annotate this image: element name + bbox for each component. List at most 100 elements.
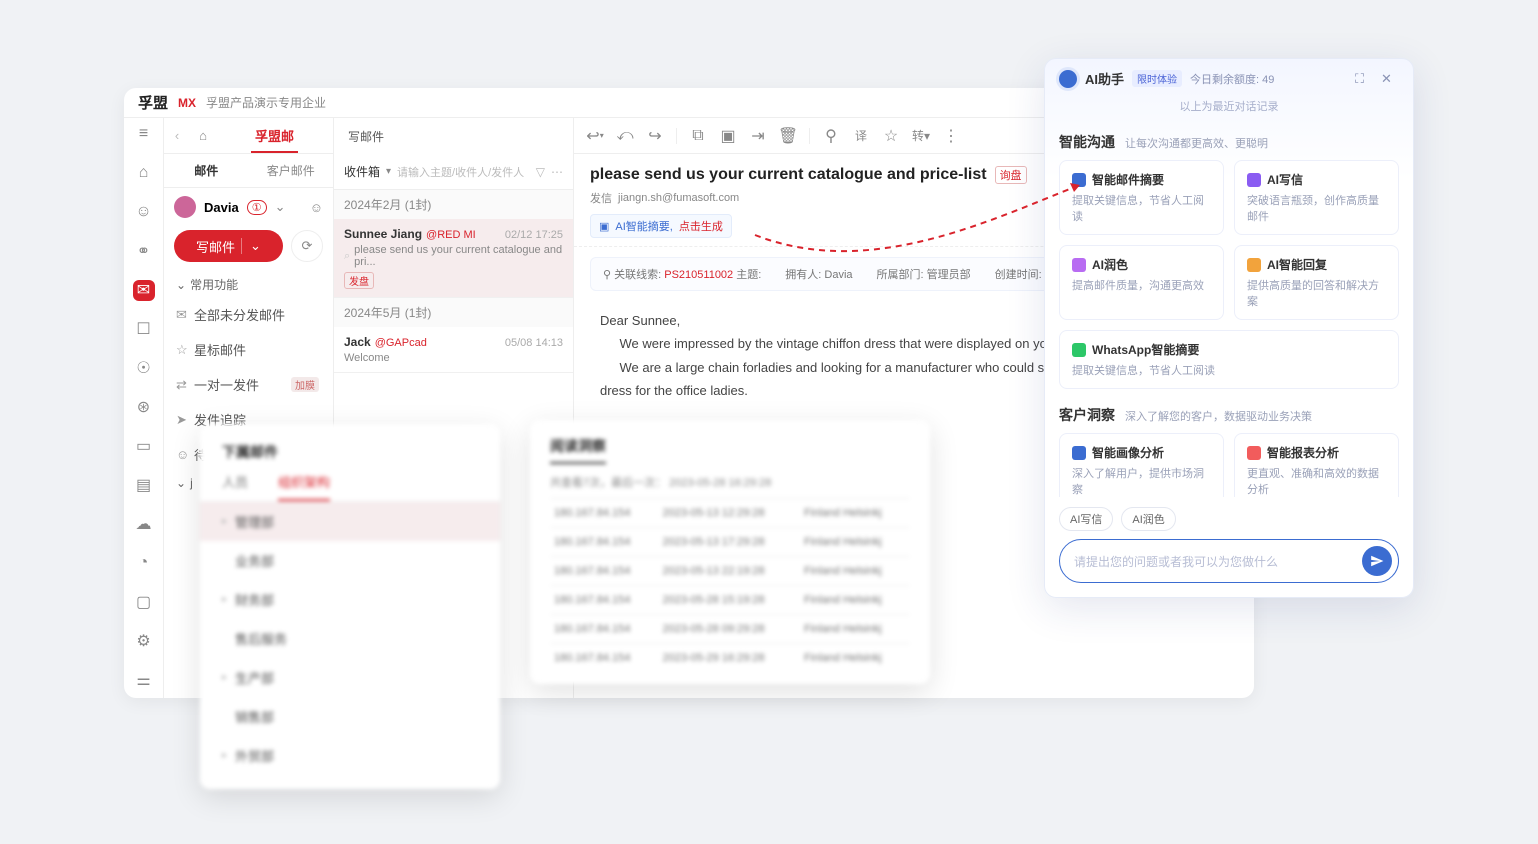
ai-card-profile[interactable]: 智能画像分析深入了解用户，提供市场洞察	[1059, 433, 1224, 497]
rail-calendar-icon[interactable]: ☉	[133, 358, 155, 379]
tag-icon[interactable]: ⚲	[822, 127, 840, 145]
dept-item[interactable]: ▸财务部	[200, 580, 500, 619]
compose-dropdown-icon[interactable]: ⌄	[241, 238, 261, 254]
chevron-right-icon: ▸	[222, 750, 227, 761]
star-icon: ☆	[176, 342, 188, 358]
profile-icon	[1072, 446, 1086, 460]
rail-menu-icon[interactable]: ≡	[133, 124, 155, 145]
copy-icon[interactable]: ⧉	[689, 127, 707, 145]
msg-company: @RED MI	[426, 229, 476, 241]
ai-card-whatsapp[interactable]: WhatsApp智能摘要提取关键信息，节省人工阅读	[1059, 330, 1399, 389]
rail-drop-icon[interactable]: ◔	[133, 552, 155, 573]
nav-section-header[interactable]: ⌄常用功能	[164, 272, 333, 297]
tab-fumeng-mail[interactable]: 孚盟邮	[216, 118, 333, 153]
msg-subject: Welcome	[344, 352, 390, 364]
refresh-button[interactable]: ⟳	[291, 230, 323, 262]
chevron-down-icon: ⌄	[176, 476, 186, 490]
reply-ai-icon	[1247, 258, 1261, 272]
reply-all-icon[interactable]: ⤺	[616, 127, 634, 145]
rail-doc-icon[interactable]: ▭	[133, 436, 155, 457]
more-icon[interactable]: ⋮	[942, 127, 960, 145]
archive-icon[interactable]: ▣	[719, 127, 737, 145]
forward-icon[interactable]: ↪	[646, 127, 664, 145]
search-placeholder[interactable]: 请输入主题/收件人/发件人	[397, 164, 530, 180]
dept-item[interactable]: ▸管理部	[200, 502, 500, 541]
org-name: 孚盟产品演示专用企业	[206, 94, 326, 111]
rail-inbox-icon[interactable]: ☐	[133, 319, 155, 340]
more-icon[interactable]: ⋯	[551, 165, 563, 179]
rail-globe-icon[interactable]: ⊛	[133, 397, 155, 418]
message-item[interactable]: Jack@GAPcad05/08 14:13 Welcome	[334, 327, 573, 373]
ai-card-write[interactable]: AI写信突破语言瓶颈，创作高质量邮件	[1234, 160, 1399, 235]
filter-icon[interactable]: ▽	[536, 165, 545, 179]
unread-badge: ①	[247, 200, 267, 215]
rail-home-icon[interactable]: ⌂	[133, 163, 155, 184]
tab-people[interactable]: 人员	[222, 472, 248, 501]
rail-archive-icon[interactable]: ▤	[133, 474, 155, 495]
rail-cloud-icon[interactable]: ☁	[133, 513, 155, 534]
dept-item[interactable]: ▸销售部	[200, 697, 500, 736]
insight-row: 180.167.84.1542023-05-28 15:19:28Finland…	[550, 586, 910, 615]
chip-ai-write[interactable]: AI写信	[1059, 507, 1113, 531]
dept-item[interactable]: ▸业务部	[200, 541, 500, 580]
rail-contacts-icon[interactable]: ☺	[133, 202, 155, 223]
msg-from: Sunnee Jiang	[344, 227, 422, 241]
tab-org[interactable]: 组织架构	[278, 472, 330, 501]
polish-icon	[1072, 258, 1086, 272]
ai-input[interactable]: 请提出您的问题或者我可以为您做什么	[1059, 539, 1399, 583]
ai-card-polish[interactable]: AI润色提高邮件质量，沟通更高效	[1059, 245, 1224, 320]
rail-sliders-icon[interactable]: ⚌	[133, 669, 155, 690]
translate-button[interactable]: 译	[852, 127, 870, 145]
rail-network-icon[interactable]: ⚭	[133, 241, 155, 262]
user-row[interactable]: Davia ① ⌄ ☺	[164, 188, 333, 226]
dept-item[interactable]: ▸售后服务	[200, 619, 500, 658]
user-icon[interactable]: ☺	[310, 200, 323, 215]
tab-home-icon[interactable]: ⌂	[190, 118, 216, 153]
rail-book-icon[interactable]: ▢	[133, 591, 155, 612]
ai-card-report[interactable]: 智能报表分析更直观、准确和高效的数据分析	[1234, 433, 1399, 497]
rail-mail-icon[interactable]: ✉	[133, 280, 155, 301]
brand: 孚盟	[138, 92, 168, 113]
close-icon[interactable]: ✕	[1381, 71, 1399, 87]
folder-select[interactable]: 收件箱	[344, 163, 380, 180]
move-icon[interactable]: ⇥	[749, 127, 767, 145]
reply-icon[interactable]: ↩▾	[586, 127, 604, 145]
lead-link[interactable]: PS210511002	[664, 269, 733, 281]
msg-time: 05/08 14:13	[505, 337, 563, 349]
mail-icon: ✉	[176, 307, 187, 323]
subtab-customer-mail[interactable]: 客户邮件	[249, 154, 334, 187]
dept-item[interactable]: ▸外贸部	[200, 736, 500, 775]
ai-header: AI助手 限时体验 今日剩余额度: 49 ⛶ ✕	[1045, 59, 1413, 98]
nav-unassigned[interactable]: ✉全部未分发邮件	[164, 297, 333, 332]
delete-icon[interactable]: 🗑	[779, 127, 797, 145]
subtab-mail[interactable]: 邮件	[164, 154, 249, 187]
msg-tag: 发盘	[344, 272, 374, 289]
message-item[interactable]: Sunnee Jiang@RED MI02/12 17:25 ⌕please s…	[334, 219, 573, 298]
tab-back[interactable]: ‹	[164, 118, 190, 153]
compose-button[interactable]: 写邮件 ⌄	[174, 230, 283, 262]
insight-table: 180.167.84.1542023-05-13 12:29:28Finland…	[550, 498, 910, 672]
compose-row: 写邮件 ⌄ ⟳	[174, 230, 323, 262]
nav-one-to-one[interactable]: ⇄一对一发件加膜	[164, 367, 333, 402]
msg-subject: please send us your current catalogue an…	[354, 244, 563, 268]
summary-icon	[1072, 173, 1086, 187]
star-icon[interactable]: ☆	[882, 127, 900, 145]
ai-card-mail-summary[interactable]: 智能邮件摘要提取关键信息，节省人工阅读	[1059, 160, 1224, 235]
ai-summary-tag[interactable]: ▣ AI智能摘要, 点击生成	[590, 214, 732, 238]
dept-item[interactable]: ▸生产部	[200, 658, 500, 697]
ai-history-label: 以上为最近对话记录	[1045, 98, 1413, 122]
send-button[interactable]	[1362, 546, 1392, 576]
ai-input-placeholder: 请提出您的问题或者我可以为您做什么	[1074, 553, 1362, 570]
card-tabs: 人员 组织架构	[200, 472, 500, 502]
forward-text-button[interactable]: 转 ▾	[912, 127, 930, 145]
chip-ai-polish[interactable]: AI润色	[1121, 507, 1175, 531]
rail-settings-icon[interactable]: ⚙	[133, 630, 155, 651]
nav-starred[interactable]: ☆星标邮件	[164, 332, 333, 367]
insight-row: 180.167.84.1542023-05-13 12:29:28Finland…	[550, 499, 910, 528]
secondary-tabs: 写邮件	[334, 118, 573, 154]
expand-icon[interactable]: ⛶	[1355, 71, 1373, 87]
ai-card-reply[interactable]: AI智能回复提供高质量的回答和解决方案	[1234, 245, 1399, 320]
insight-summary: 共查看7次，最后一次： 2023-05-28 16:29:28	[550, 474, 910, 490]
tab-write-mail[interactable]: 写邮件	[334, 118, 573, 154]
send-icon: ➤	[176, 412, 187, 428]
